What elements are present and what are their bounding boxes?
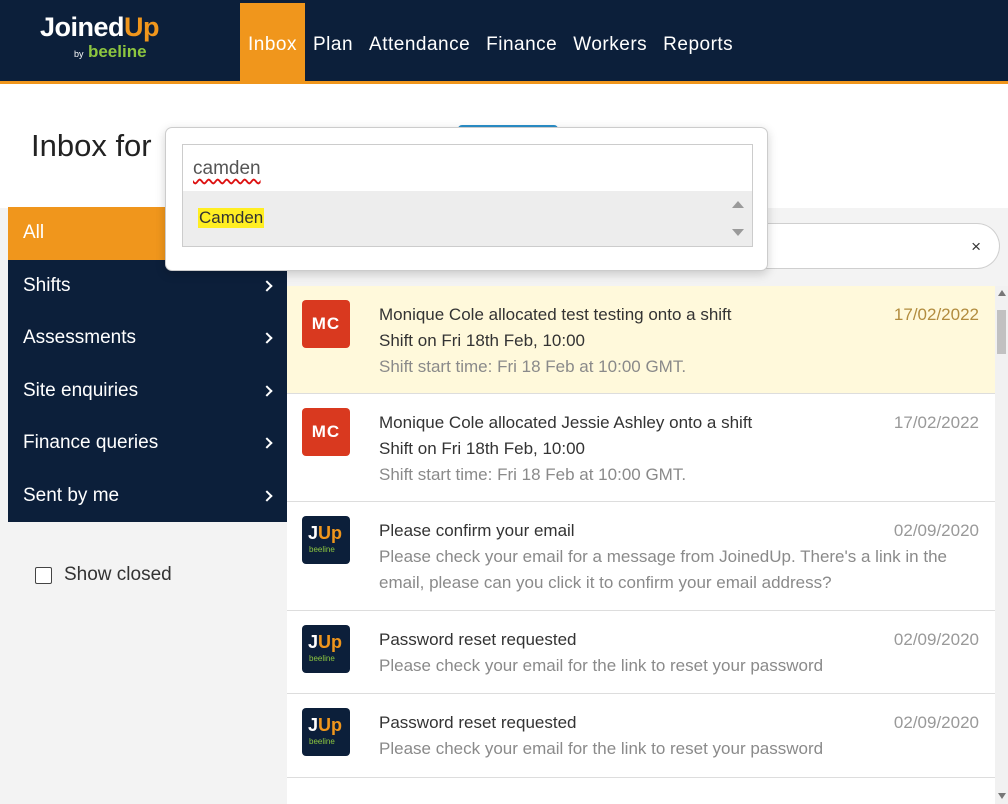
message-body: Shift start time: Fri 18 Feb at 10:00 GM… bbox=[379, 465, 687, 484]
logo-word-up: Up bbox=[124, 12, 160, 42]
avatar-logo-sub: beeline bbox=[309, 737, 335, 746]
message-date: 17/02/2022 bbox=[893, 413, 979, 432]
avatar-logo-text: JUp bbox=[308, 632, 342, 653]
joinedup-logo[interactable]: JoinedUp by beeline bbox=[40, 12, 180, 62]
avatar-logo-up: Up bbox=[318, 715, 343, 735]
sidebar-item-label: Site enquiries bbox=[23, 379, 139, 401]
logo-by: by bbox=[74, 49, 84, 59]
nav-attendance[interactable]: Attendance bbox=[361, 3, 478, 81]
message-date: 17/02/2022 bbox=[893, 305, 979, 324]
top-navigation-bar: JoinedUp by beeline Inbox Plan Attendanc… bbox=[0, 0, 1008, 84]
location-search-popup: camden Camden bbox=[165, 127, 768, 271]
avatar-logo-j: J bbox=[308, 632, 319, 652]
location-search-field[interactable]: camden bbox=[182, 144, 753, 192]
nav-inbox[interactable]: Inbox bbox=[240, 3, 305, 81]
message-item[interactable]: MC Monique Cole allocated test testing o… bbox=[287, 286, 995, 394]
nav-workers[interactable]: Workers bbox=[565, 3, 655, 81]
message-title: Password reset requested bbox=[379, 630, 577, 649]
scrollbar-thumb[interactable] bbox=[997, 310, 1006, 354]
avatar-logo-sub: beeline bbox=[309, 654, 335, 663]
message-item[interactable]: MC Monique Cole allocated Jessie Ashley … bbox=[287, 394, 995, 502]
avatar-logo-up: Up bbox=[318, 523, 343, 543]
message-body: Please check your email for the link to … bbox=[379, 656, 824, 675]
show-closed-toggle[interactable]: Show closed bbox=[35, 564, 172, 586]
message-list: MC Monique Cole allocated test testing o… bbox=[287, 286, 995, 804]
avatar-logo-j: J bbox=[308, 715, 319, 735]
show-closed-checkbox[interactable] bbox=[35, 566, 52, 584]
message-list-scrollbar[interactable] bbox=[995, 286, 1008, 804]
logo-byline: by beeline bbox=[74, 42, 147, 62]
message-content: Monique Cole allocated test testing onto… bbox=[379, 302, 979, 380]
message-date: 02/09/2020 bbox=[893, 630, 979, 649]
sidebar-item-label: Finance queries bbox=[23, 432, 159, 454]
avatar-logo-up: Up bbox=[318, 632, 343, 652]
clear-icon[interactable]: × bbox=[971, 237, 981, 257]
message-title: Monique Cole allocated test testing onto… bbox=[379, 305, 732, 324]
logo-wordmark: JoinedUp bbox=[40, 12, 160, 43]
chevron-right-icon bbox=[261, 490, 273, 502]
scroll-down-arrow-icon[interactable] bbox=[998, 793, 1006, 799]
message-content: Password reset requested Please check yo… bbox=[379, 710, 979, 762]
nav-reports[interactable]: Reports bbox=[655, 3, 741, 81]
joinedup-avatar-icon: JUp beeline bbox=[302, 708, 350, 756]
main-nav: Inbox Plan Attendance Finance Workers Re… bbox=[240, 3, 741, 81]
message-subtitle: Shift on Fri 18th Feb, 10:00 bbox=[379, 331, 586, 350]
message-subtitle: Shift on Fri 18th Feb, 10:00 bbox=[379, 439, 586, 458]
sidebar-item-label: Assessments bbox=[23, 327, 136, 349]
message-body: Please check your email for a message fr… bbox=[379, 547, 947, 592]
avatar: MC bbox=[302, 300, 350, 348]
avatar-logo-j: J bbox=[308, 523, 319, 543]
message-item[interactable]: JUp beeline Please confirm your email Pl… bbox=[287, 502, 995, 611]
chevron-right-icon bbox=[261, 385, 273, 397]
message-content: Monique Cole allocated Jessie Ashley ont… bbox=[379, 410, 979, 488]
message-item[interactable]: JUp beeline Password reset requested Ple… bbox=[287, 611, 995, 694]
sidebar-item-sent-by-me[interactable]: Sent by me bbox=[8, 469, 287, 522]
message-title: Password reset requested bbox=[379, 713, 577, 732]
nav-plan[interactable]: Plan bbox=[305, 3, 361, 81]
avatar-logo-sub: beeline bbox=[309, 545, 335, 554]
scroll-down-arrow-icon[interactable] bbox=[732, 229, 744, 236]
sidebar-item-site-enquiries[interactable]: Site enquiries bbox=[8, 364, 287, 417]
location-results-list: Camden bbox=[182, 191, 753, 247]
location-option-camden[interactable]: Camden bbox=[198, 208, 265, 228]
sidebar-item-label: All bbox=[23, 222, 45, 244]
sidebar-item-assessments[interactable]: Assessments bbox=[8, 312, 287, 365]
message-title: Monique Cole allocated Jessie Ashley ont… bbox=[379, 413, 753, 432]
sidebar-item-label: Sent by me bbox=[23, 484, 120, 506]
message-content: Password reset requested Please check yo… bbox=[379, 627, 979, 679]
sidebar-item-finance-queries[interactable]: Finance queries bbox=[8, 417, 287, 470]
message-body: Please check your email for the link to … bbox=[379, 739, 824, 758]
avatar: MC bbox=[302, 408, 350, 456]
message-body: Shift start time: Fri 18 Feb at 10:00 GM… bbox=[379, 357, 687, 376]
message-title: Please confirm your email bbox=[379, 521, 575, 540]
chevron-right-icon bbox=[261, 437, 273, 449]
chevron-right-icon bbox=[261, 280, 273, 292]
message-item[interactable]: JUp beeline Password reset requested Ple… bbox=[287, 694, 995, 778]
show-closed-label: Show closed bbox=[64, 564, 172, 585]
logo-beeline: beeline bbox=[87, 42, 147, 61]
avatar-logo-text: JUp bbox=[308, 715, 342, 736]
scroll-up-arrow-icon[interactable] bbox=[732, 201, 744, 208]
scroll-up-arrow-icon[interactable] bbox=[998, 290, 1006, 296]
sidebar-item-label: Shifts bbox=[23, 274, 71, 296]
message-date: 02/09/2020 bbox=[893, 713, 979, 732]
joinedup-avatar-icon: JUp beeline bbox=[302, 516, 350, 564]
avatar-logo-text: JUp bbox=[308, 523, 342, 544]
search-field-value: camden bbox=[193, 158, 261, 179]
logo-word-joined: Joined bbox=[40, 12, 125, 42]
message-date: 02/09/2020 bbox=[893, 521, 979, 540]
chevron-right-icon bbox=[261, 332, 273, 344]
page-title: Inbox for bbox=[31, 128, 152, 163]
nav-finance[interactable]: Finance bbox=[478, 3, 565, 81]
message-content: Please confirm your email Please check y… bbox=[379, 518, 947, 596]
joinedup-avatar-icon: JUp beeline bbox=[302, 625, 350, 673]
